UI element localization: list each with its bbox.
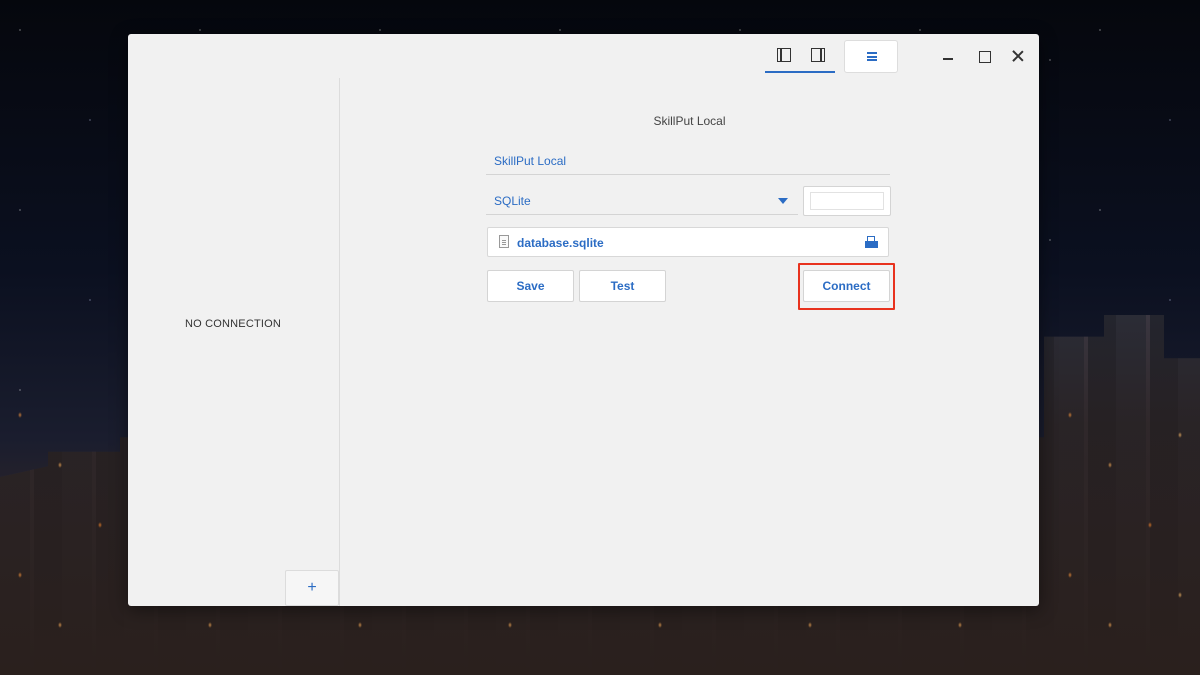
maximize-icon[interactable] xyxy=(976,48,992,64)
database-file-name: database.sqlite xyxy=(517,236,604,250)
connection-title: SkillPut Local xyxy=(653,114,726,128)
app-window: NO CONNECTION + SkillPut Local SQLite da… xyxy=(128,34,1039,606)
left-panel-toggle-icon[interactable] xyxy=(777,48,791,62)
driver-extra-input[interactable] xyxy=(810,192,884,210)
database-file-field[interactable]: database.sqlite xyxy=(487,227,889,257)
sidebar-divider xyxy=(339,78,340,606)
chevron-down-icon xyxy=(778,198,788,204)
driver-extra-field xyxy=(803,186,891,216)
file-icon xyxy=(499,235,509,248)
menu-button[interactable] xyxy=(844,40,898,73)
title-bar xyxy=(128,34,1039,78)
connect-button[interactable]: Connect xyxy=(803,270,890,302)
add-connection-button[interactable]: + xyxy=(285,570,339,606)
minimize-icon[interactable] xyxy=(940,48,956,64)
panel-toggle-group xyxy=(765,40,835,73)
browse-file-icon[interactable] xyxy=(865,236,878,248)
hamburger-icon xyxy=(867,52,877,61)
no-connection-label: NO CONNECTION xyxy=(184,318,282,330)
right-panel-toggle-icon[interactable] xyxy=(811,48,825,62)
driver-select-value: SQLite xyxy=(494,194,531,208)
driver-select[interactable]: SQLite xyxy=(486,186,798,215)
connections-sidebar: NO CONNECTION + xyxy=(128,78,340,606)
save-button[interactable]: Save xyxy=(487,270,574,302)
connection-name-input[interactable] xyxy=(486,147,890,175)
test-button[interactable]: Test xyxy=(579,270,666,302)
close-icon[interactable] xyxy=(1010,48,1026,64)
